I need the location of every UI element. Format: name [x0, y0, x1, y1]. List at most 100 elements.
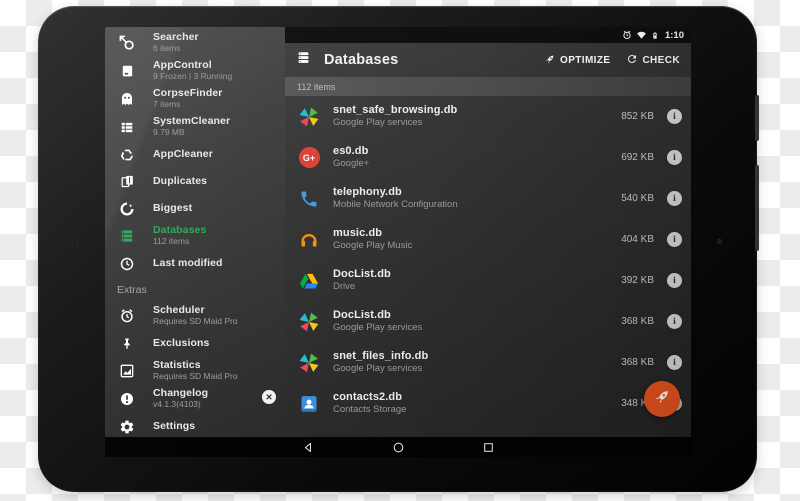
toolbar: Databases OPTIMIZE CHECK: [285, 43, 691, 77]
front-camera-dot: [717, 239, 722, 244]
volume-button: [755, 165, 759, 251]
sidebar-item-systemcleaner[interactable]: SystemCleaner 9.79 MB: [105, 113, 285, 141]
sidebar-item-exclusions[interactable]: Exclusions: [105, 330, 285, 357]
sidebar-item-settings[interactable]: Settings: [105, 413, 285, 440]
info-icon[interactable]: i: [667, 314, 682, 329]
pie-arc-icon: [116, 199, 138, 219]
db-size: 392 KB: [621, 275, 654, 286]
status-bar: 1:10: [285, 27, 691, 43]
sidebar-item-statistics[interactable]: Statistics Requires SD Maid Pro: [105, 357, 285, 385]
changelog-icon: [116, 389, 138, 409]
optimize-label: OPTIMIZE: [560, 54, 611, 66]
db-name: contacts2.db: [333, 391, 403, 404]
list-item[interactable]: contacts2.dbContacts Storage 348 KB i: [285, 383, 691, 424]
google-plus-icon: G+: [298, 147, 320, 169]
db-size: 404 KB: [621, 234, 654, 245]
pin-icon: [116, 334, 138, 354]
db-name: DocList.db: [333, 309, 391, 322]
phone-icon: [298, 188, 320, 210]
rocket-icon: [544, 53, 556, 68]
home-icon[interactable]: [392, 441, 405, 454]
db-app: Google Play Music: [333, 240, 413, 252]
sidebar-item-label: Last modified: [153, 256, 223, 269]
alarm-clock-icon: [116, 306, 138, 326]
tablet-screen: Searcher 6 items AppControl 9 Frozen | 3 R…: [105, 27, 691, 457]
headphones-icon: [298, 229, 320, 251]
appcontrol-icon: [116, 61, 138, 81]
db-name: DocList.db: [333, 268, 391, 281]
sidebar-item-biggest[interactable]: Biggest: [105, 195, 285, 222]
list-item[interactable]: DocList.db Google Play services 368 KB i: [285, 301, 691, 342]
db-size: 368 KB: [621, 357, 654, 368]
check-label: CHECK: [642, 54, 680, 66]
alarm-icon: [622, 30, 632, 40]
sidebar-item-label: Exclusions: [153, 336, 210, 349]
info-icon[interactable]: i: [667, 355, 682, 370]
rocket-icon: [653, 387, 672, 411]
drive-icon: [298, 270, 320, 292]
sidebar-item-sub: v4.1.3(4103): [153, 399, 201, 410]
power-button: [755, 95, 759, 141]
list-item[interactable]: DocList.db Drive 392 KB i: [285, 260, 691, 301]
sidebar-item-changelog[interactable]: Changelog v4.1.3(4103) ✕: [105, 385, 285, 413]
db-name: snet_safe_browsing.db: [333, 104, 458, 117]
recycle-icon: [116, 145, 138, 165]
sidebar-item-label: Duplicates: [153, 174, 208, 187]
recents-icon[interactable]: [482, 441, 495, 454]
sidebar-item-databases[interactable]: Databases 112 items: [105, 222, 285, 250]
wifi-icon: [636, 30, 647, 40]
clock-icon: [116, 254, 138, 274]
list-item[interactable]: G+ es0.db Google+ 692 KB i: [285, 137, 691, 178]
sidebar-item-corpsefinder[interactable]: CorpseFinder 7 items: [105, 85, 285, 113]
play-services-icon: [298, 311, 320, 333]
info-icon[interactable]: i: [667, 273, 682, 288]
sidebar-item-appcleaner[interactable]: AppCleaner: [105, 141, 285, 168]
contacts-icon: [298, 393, 320, 415]
list-item[interactable]: snet_files_info.db Google Play services 3…: [285, 342, 691, 383]
db-app: Google Play services: [333, 363, 423, 375]
db-name: music.db: [333, 227, 383, 240]
sidebar-item-sub: 7 items: [153, 99, 181, 110]
battery-icon: [651, 30, 659, 41]
sidebar-item-sub: 9 Frozen | 3 Running: [153, 71, 233, 82]
sidebar-item-label: AppCleaner: [153, 147, 213, 160]
duplicates-icon: [116, 172, 138, 192]
db-app: Google Play services: [333, 322, 423, 334]
transparent-checker-background: Searcher 6 items AppControl 9 Frozen | 3 R…: [0, 0, 800, 501]
main-content: 1:10 Databases OPTIMIZE CHECK 112 items …: [285, 27, 691, 437]
info-icon[interactable]: i: [667, 232, 682, 247]
optimize-fab[interactable]: [644, 381, 680, 417]
db-app: Mobile Network Configuration: [333, 199, 458, 211]
info-icon[interactable]: i: [667, 150, 682, 165]
sidebar-item-sub: 6 items: [153, 43, 181, 54]
play-services-icon: [298, 106, 320, 128]
sidebar-item-label: Biggest: [153, 201, 193, 214]
sidebar-item-last-modified[interactable]: Last modified: [105, 250, 285, 277]
close-icon[interactable]: ✕: [262, 390, 276, 404]
list-item[interactable]: telephony.db Mobile Network Configuration…: [285, 178, 691, 219]
sidebar-item-searcher[interactable]: Searcher 6 items: [105, 29, 285, 57]
info-icon[interactable]: i: [667, 109, 682, 124]
check-button[interactable]: CHECK: [626, 53, 680, 68]
optimize-button[interactable]: OPTIMIZE: [544, 53, 610, 68]
refresh-icon: [626, 53, 638, 68]
gplus-badge: G+: [298, 147, 320, 168]
db-app: Drive: [333, 281, 356, 293]
front-camera-dot: [72, 242, 77, 247]
list-item[interactable]: music.db Google Play Music 404 KB i: [285, 219, 691, 260]
sidebar-item-duplicates[interactable]: Duplicates: [105, 168, 285, 195]
list-item[interactable]: snet_safe_browsing.db Google Play service…: [285, 96, 691, 137]
sidebar-item-scheduler[interactable]: Scheduler Requires SD Maid Pro: [105, 302, 285, 330]
android-nav-bar: [105, 437, 691, 457]
page-title: Databases: [324, 52, 399, 68]
database-icon: [116, 226, 138, 246]
sidebar-item-label: Settings: [153, 419, 196, 432]
tablet-device-frame: Searcher 6 items AppControl 9 Frozen | 3 R…: [38, 6, 759, 492]
info-icon[interactable]: i: [667, 191, 682, 206]
sidebar-item-sub: Requires SD Maid Pro: [153, 316, 238, 327]
db-name: telephony.db: [333, 186, 402, 199]
db-app: Google Play services: [333, 117, 423, 129]
searcher-icon: [116, 33, 138, 53]
back-icon[interactable]: [302, 441, 315, 454]
sidebar-item-appcontrol[interactable]: AppControl 9 Frozen | 3 Running: [105, 57, 285, 85]
